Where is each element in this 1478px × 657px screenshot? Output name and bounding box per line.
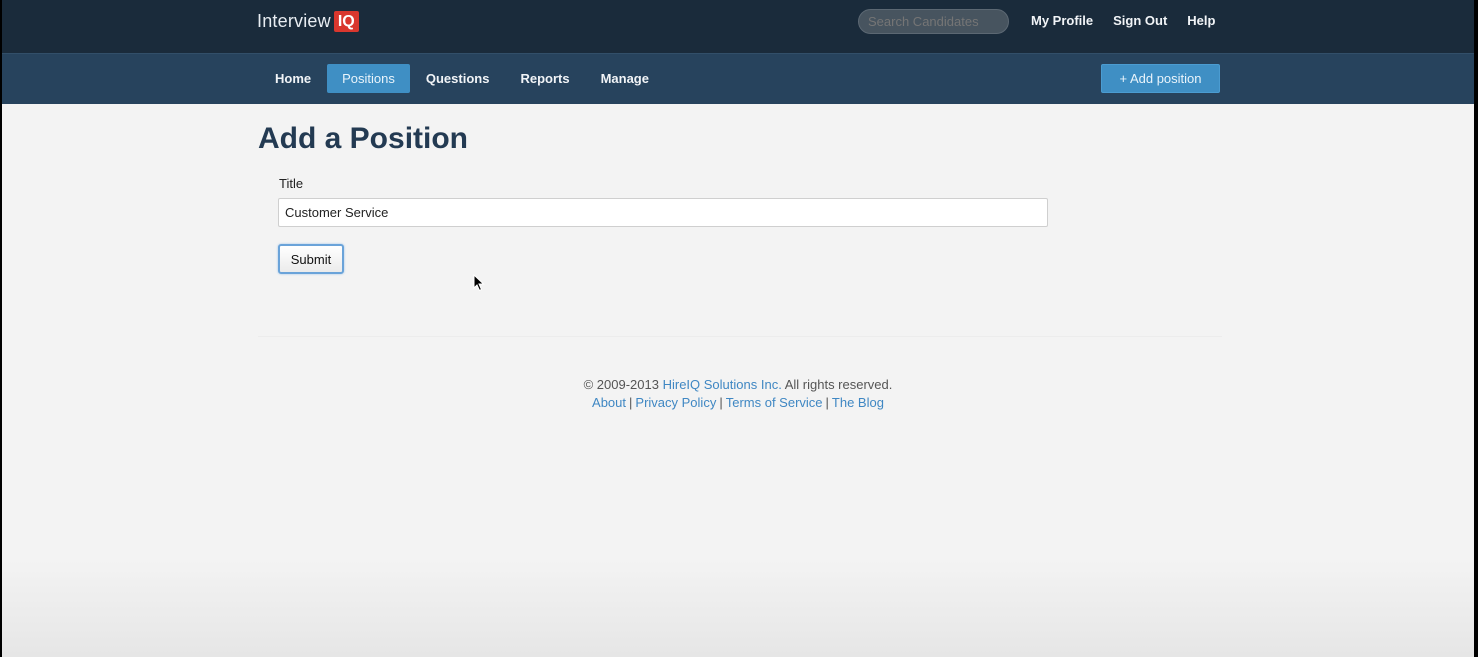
account-links: My Profile Sign Out Help: [1031, 13, 1235, 28]
title-field-label: Title: [279, 176, 304, 191]
copyright-prefix: © 2009-2013: [583, 377, 659, 392]
app-logo[interactable]: Interview IQ: [257, 10, 359, 32]
company-link[interactable]: HireIQ Solutions Inc.: [663, 377, 782, 392]
the-blog-link[interactable]: The Blog: [832, 395, 884, 410]
nav-item-manage[interactable]: Manage: [586, 64, 664, 93]
main-nav: Home Positions Questions Reports Manage …: [2, 53, 1474, 104]
search-candidates-input[interactable]: [858, 9, 1009, 34]
logo-text: Interview: [257, 10, 331, 31]
content-divider: [258, 336, 1222, 337]
link-separator: |: [719, 395, 723, 410]
nav-item-positions[interactable]: Positions: [327, 64, 410, 93]
link-separator: |: [825, 395, 829, 410]
page-title: Add a Position: [258, 122, 468, 155]
about-link[interactable]: About: [592, 395, 626, 410]
privacy-policy-link[interactable]: Privacy Policy: [635, 395, 716, 410]
nav-item-reports[interactable]: Reports: [505, 64, 584, 93]
nav-item-questions[interactable]: Questions: [411, 64, 505, 93]
add-position-button[interactable]: + Add position: [1101, 64, 1220, 93]
sign-out-link[interactable]: Sign Out: [1113, 13, 1167, 28]
nav-item-home[interactable]: Home: [260, 64, 326, 93]
footer-links: About | Privacy Policy | Terms of Service | Th…: [2, 394, 1474, 412]
nav-items: Home Positions Questions Reports Manage: [260, 64, 665, 93]
top-bar: Interview IQ My Profile Sign Out Help: [2, 0, 1474, 53]
mouse-cursor-icon: [473, 274, 485, 292]
footer: © 2009-2013 HireIQ Solutions Inc. All ri…: [2, 376, 1474, 412]
title-input[interactable]: [278, 198, 1048, 227]
help-link[interactable]: Help: [1187, 13, 1215, 28]
submit-button[interactable]: Submit: [278, 244, 344, 274]
copyright-line: © 2009-2013 HireIQ Solutions Inc. All ri…: [2, 376, 1474, 394]
browser-viewport: Interview IQ My Profile Sign Out Help Ho…: [2, 0, 1474, 657]
terms-of-service-link[interactable]: Terms of Service: [726, 395, 823, 410]
link-separator: |: [629, 395, 633, 410]
logo-badge: IQ: [333, 10, 359, 32]
copyright-suffix: All rights reserved.: [784, 377, 893, 392]
my-profile-link[interactable]: My Profile: [1031, 13, 1093, 28]
